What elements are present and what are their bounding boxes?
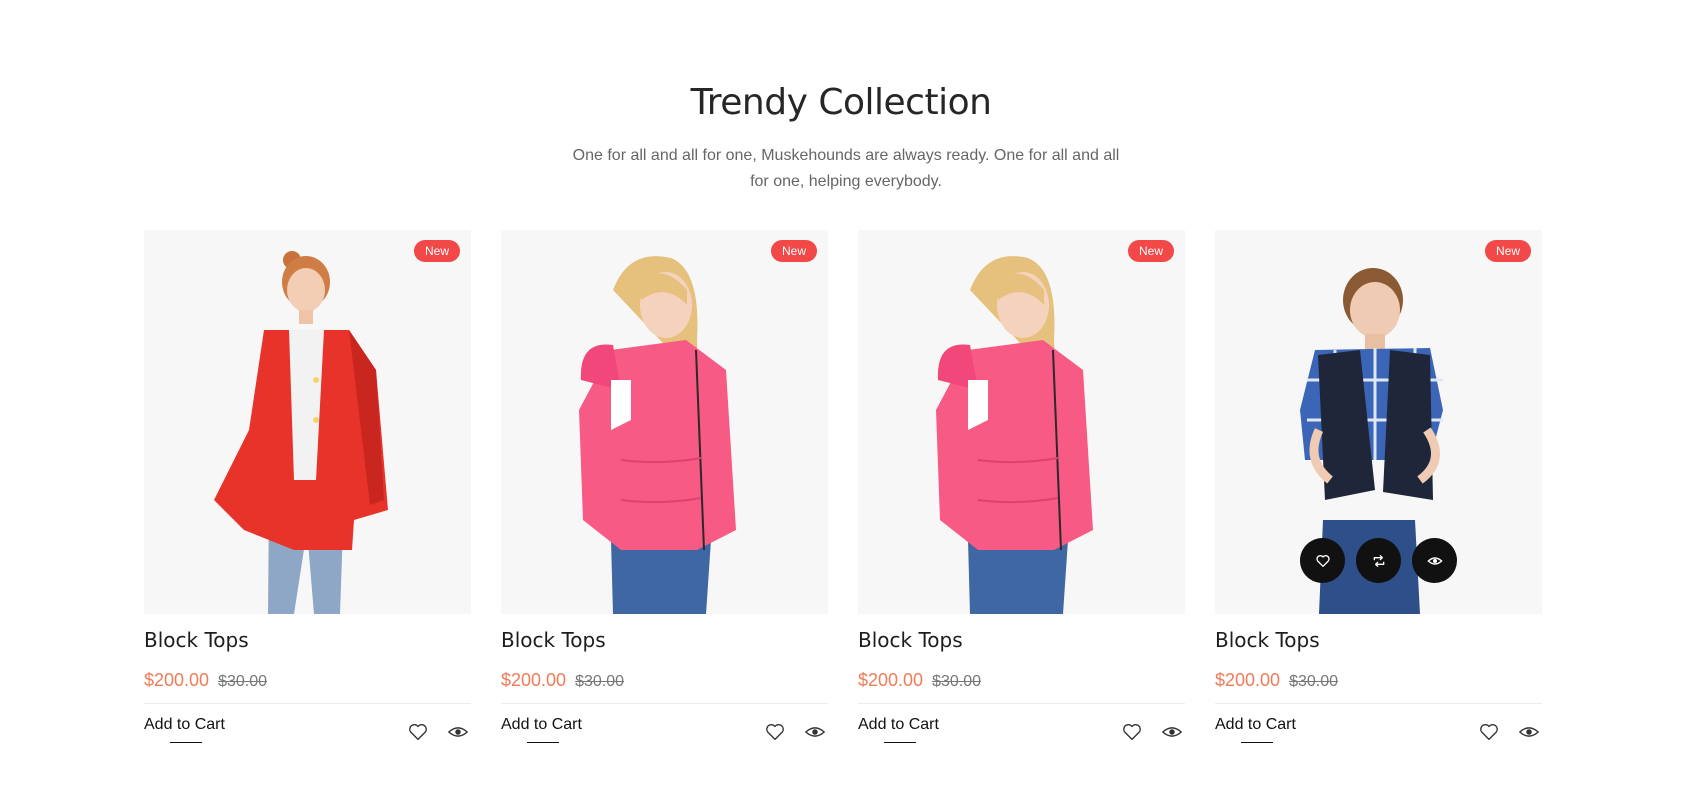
product-card: New Block Tops $200.00 $30.00 Add to Car… bbox=[501, 230, 828, 750]
compare-button[interactable] bbox=[1356, 538, 1401, 583]
product-prices: $200.00 $30.00 bbox=[501, 670, 624, 691]
product-photo-pink-vest bbox=[501, 230, 828, 614]
quick-view-button[interactable] bbox=[1412, 538, 1457, 583]
product-name[interactable]: Block Tops bbox=[144, 628, 249, 652]
product-old-price: $30.00 bbox=[1289, 673, 1339, 690]
product-image[interactable]: New bbox=[501, 230, 828, 614]
add-to-cart-underline bbox=[1241, 742, 1273, 743]
add-to-cart-link[interactable]: Add to Cart bbox=[1215, 716, 1296, 734]
product-old-price: $30.00 bbox=[932, 673, 982, 690]
product-price: $200.00 bbox=[144, 670, 210, 690]
eye-icon[interactable] bbox=[446, 720, 470, 744]
add-to-cart-link[interactable]: Add to Cart bbox=[858, 716, 939, 734]
section-title: Trendy Collection bbox=[690, 82, 992, 123]
product-photo-pink-vest bbox=[858, 230, 1185, 614]
add-to-cart-link[interactable]: Add to Cart bbox=[144, 716, 225, 734]
eye-icon[interactable] bbox=[1160, 720, 1184, 744]
product-card: New Block Tops $200.00 $30.00 Add to Car… bbox=[1215, 230, 1542, 750]
product-prices: $200.00 $30.00 bbox=[144, 670, 267, 691]
new-badge: New bbox=[1484, 240, 1531, 262]
product-name[interactable]: Block Tops bbox=[858, 628, 963, 652]
product-image[interactable]: New bbox=[144, 230, 471, 614]
trendy-collection-section: Trendy Collection One for all and all fo… bbox=[0, 0, 1682, 810]
product-price: $200.00 bbox=[501, 670, 567, 690]
product-old-price: $30.00 bbox=[218, 673, 268, 690]
product-image[interactable]: New bbox=[858, 230, 1185, 614]
product-image[interactable]: New bbox=[1215, 230, 1542, 614]
hover-actions bbox=[1215, 538, 1542, 583]
card-divider bbox=[858, 703, 1185, 704]
product-prices: $200.00 $30.00 bbox=[858, 670, 981, 691]
add-to-cart-underline bbox=[884, 742, 916, 743]
heart-icon[interactable] bbox=[763, 720, 787, 744]
eye-icon bbox=[1426, 556, 1443, 565]
section-subtitle: One for all and all for one, Muskehounds… bbox=[572, 147, 1120, 190]
product-name[interactable]: Block Tops bbox=[501, 628, 606, 652]
add-to-cart-underline bbox=[527, 742, 559, 743]
new-badge: New bbox=[770, 240, 817, 262]
new-badge: New bbox=[1127, 240, 1174, 262]
repeat-icon bbox=[1373, 554, 1384, 567]
product-grid: New Block Tops $200.00 $30.00 Add to Car… bbox=[144, 230, 1543, 750]
product-price: $200.00 bbox=[1215, 670, 1281, 690]
heart-icon[interactable] bbox=[406, 720, 430, 744]
add-to-cart-link[interactable]: Add to Cart bbox=[501, 716, 582, 734]
eye-icon[interactable] bbox=[1517, 720, 1541, 744]
card-divider bbox=[501, 703, 828, 704]
product-old-price: $30.00 bbox=[575, 673, 625, 690]
heart-icon[interactable] bbox=[1477, 720, 1501, 744]
add-to-cart-underline bbox=[170, 742, 202, 743]
wishlist-button[interactable] bbox=[1300, 538, 1345, 583]
product-name[interactable]: Block Tops bbox=[1215, 628, 1320, 652]
product-price: $200.00 bbox=[858, 670, 924, 690]
card-divider bbox=[1215, 703, 1542, 704]
product-photo-red-jacket bbox=[144, 230, 471, 614]
product-card: New Block Tops $200.00 $30.00 Add to Car… bbox=[858, 230, 1185, 750]
heart-icon bbox=[1315, 554, 1330, 567]
new-badge: New bbox=[413, 240, 460, 262]
product-card: New Block Tops $200.00 $30.00 Add to Car… bbox=[144, 230, 471, 750]
heart-icon[interactable] bbox=[1120, 720, 1144, 744]
card-divider bbox=[144, 703, 471, 704]
product-prices: $200.00 $30.00 bbox=[1215, 670, 1338, 691]
eye-icon[interactable] bbox=[803, 720, 827, 744]
